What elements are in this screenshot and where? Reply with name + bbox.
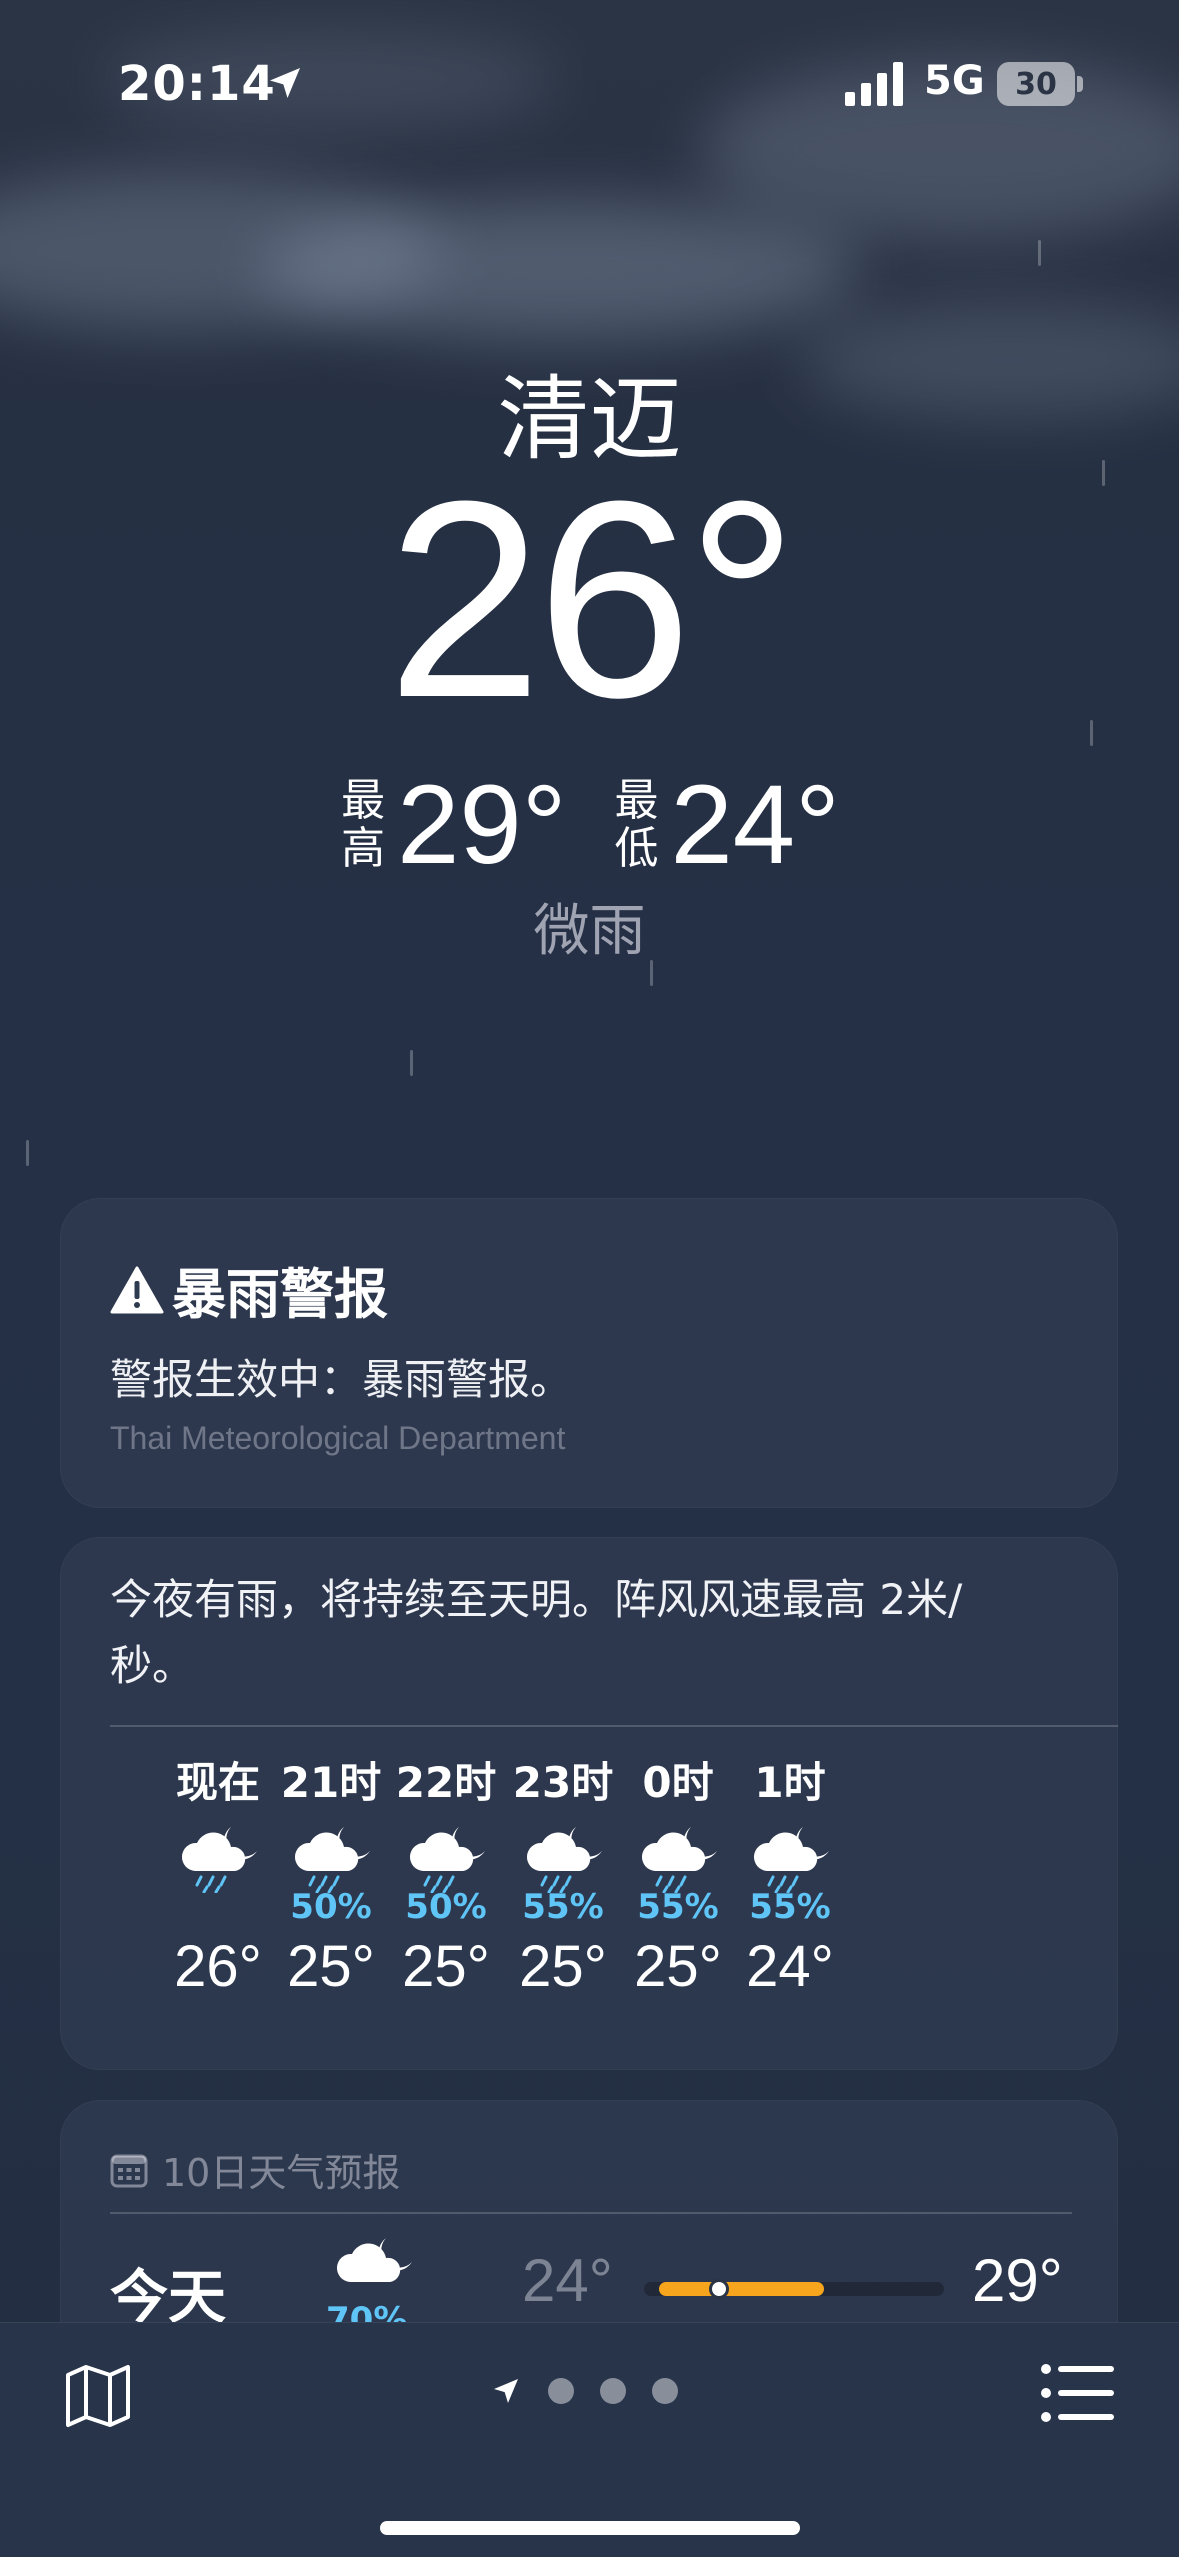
warning-icon <box>110 1266 164 1313</box>
battery-level: 30 <box>1015 66 1057 102</box>
hour-temp: 24° <box>746 1934 834 1999</box>
divider <box>110 2212 1072 2214</box>
rain-cloud-moon-icon <box>336 2238 412 2282</box>
low-label: 最低 <box>614 774 659 874</box>
alert-text: 警报生效中：暴雨警报。 <box>110 1355 573 1404</box>
current-temp-marker <box>709 2279 729 2299</box>
location-arrow-icon <box>494 2379 518 2403</box>
map-icon[interactable] <box>62 2359 134 2431</box>
temperature-range-fill <box>659 2282 824 2296</box>
status-bar: 20:14 5G 30 <box>0 0 1179 160</box>
page-dot <box>600 2378 626 2404</box>
status-time: 20:14 <box>118 56 276 112</box>
high-label: 最高 <box>341 774 386 874</box>
location-arrow-icon <box>270 68 300 98</box>
day-high: 29° <box>972 2247 1063 2314</box>
temperature-range-bar <box>644 2279 944 2299</box>
calendar-icon <box>110 2154 148 2187</box>
home-indicator <box>380 2521 800 2535</box>
network-type: 5G <box>924 58 985 104</box>
low-temp: 24° <box>670 762 840 887</box>
severe-weather-alert-card[interactable]: 暴雨警报 警报生效中：暴雨警报。 Thai Meteorological Dep… <box>60 1198 1118 1508</box>
rain-cloud-moon-icon <box>409 1827 485 1893</box>
rain-cloud-moon-icon <box>753 1827 829 1893</box>
hourly-forecast-card[interactable]: 今夜有雨，将持续至天明。阵风风速最高 2米/秒。 现在 26° 21时 50% 25° 2… <box>60 1537 1118 2070</box>
battery-icon: 30 <box>997 62 1075 106</box>
ten-day-title: 10日天气预报 <box>162 2151 401 2195</box>
rain-cloud-moon-icon <box>181 1827 257 1893</box>
page-dot <box>548 2378 574 2404</box>
rain-cloud-moon-icon <box>641 1827 717 1893</box>
high-temp: 29° <box>397 762 567 887</box>
condition-text: 微雨 <box>533 899 646 964</box>
battery-tip <box>1077 76 1083 92</box>
rain-cloud-moon-icon <box>526 1827 602 1893</box>
hour-precip: 55% <box>749 1887 831 1927</box>
page-indicator[interactable] <box>490 2375 678 2407</box>
page-dot <box>652 2378 678 2404</box>
alert-title-row: 暴雨警报 <box>110 1250 388 1329</box>
high-low: 最高 29° 最低 24° <box>0 760 1179 889</box>
current-temperature: 26° <box>386 444 798 756</box>
divider <box>110 1725 1118 1727</box>
day-low: 24° <box>522 2247 613 2314</box>
hourly-item: 1时 55% 24° <box>715 1749 865 2000</box>
rain-cloud-moon-icon <box>294 1827 370 1893</box>
hourly-summary: 今夜有雨，将持续至天明。阵风风速最高 2米/秒。 <box>110 1575 963 1690</box>
alert-source: Thai Meteorological Department <box>110 1420 566 1456</box>
list-icon[interactable] <box>1040 2361 1116 2425</box>
ten-day-header: 10日天气预报 <box>110 2142 400 2197</box>
low-temp-group: 最低 24° <box>613 760 840 889</box>
hour-label: 1时 <box>754 1758 826 1807</box>
alert-title: 暴雨警报 <box>172 1263 388 1326</box>
bottom-toolbar <box>0 2322 1179 2557</box>
high-temp-group: 最高 29° <box>339 760 566 889</box>
cellular-signal-icon <box>845 62 903 106</box>
